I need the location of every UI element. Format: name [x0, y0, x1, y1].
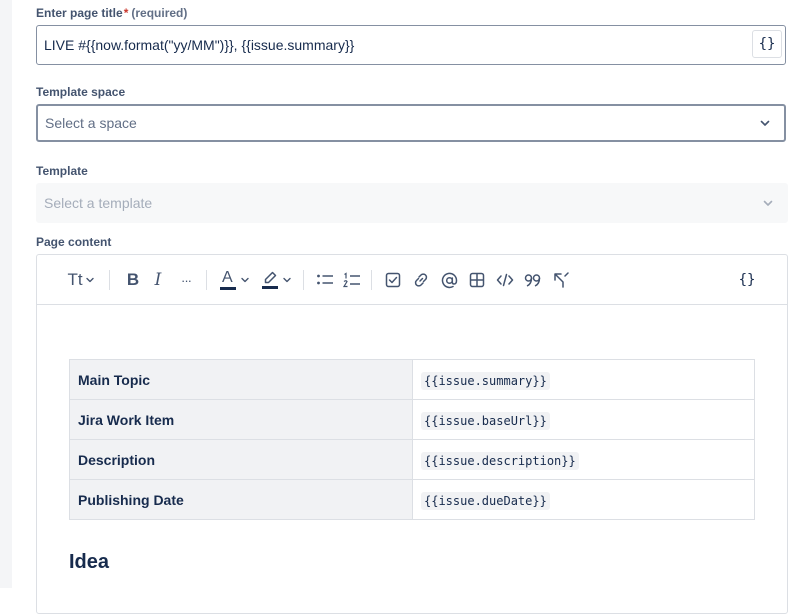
table-row: Main Topic {{issue.summary}} — [69, 359, 755, 400]
checkbox-icon — [385, 272, 401, 288]
smart-value-code: {{issue.baseUrl}} — [421, 411, 550, 430]
table-key-cell: Jira Work Item — [69, 399, 413, 440]
highlight-button[interactable] — [259, 268, 295, 292]
highlighter-icon — [262, 271, 278, 289]
template-space-placeholder: Select a space — [45, 115, 137, 131]
table-key-cell: Description — [69, 439, 413, 480]
table-value-cell: {{issue.summary}} — [412, 359, 755, 400]
braces-icon: {} — [758, 36, 776, 52]
content-heading: Idea — [69, 551, 110, 573]
template-select: Select a template — [36, 183, 788, 223]
page-title-label-text: Enter page title — [36, 6, 123, 20]
more-formatting-button[interactable]: ··· — [174, 268, 198, 292]
template-placeholder: Select a template — [44, 195, 153, 211]
more-icon: ··· — [181, 272, 192, 288]
chevron-down-icon — [763, 200, 773, 206]
page-content-editor[interactable]: Tt B I ··· A {} Main Topic {{issue.summa… — [36, 254, 788, 614]
bold-button[interactable]: B — [121, 268, 145, 292]
text-color-icon: A — [220, 269, 236, 291]
mention-button[interactable] — [437, 268, 461, 292]
link-icon — [414, 273, 428, 287]
bullet-list-button[interactable] — [313, 268, 337, 292]
braces-icon: {} — [738, 272, 756, 288]
numbered-list-button[interactable] — [340, 268, 364, 292]
quote-icon — [524, 274, 541, 287]
table-row: Publishing Date {{issue.dueDate}} — [69, 479, 755, 520]
table-button[interactable] — [465, 268, 489, 292]
link-button[interactable] — [409, 268, 433, 292]
page-content-label: Page content — [36, 235, 112, 249]
chevron-down-icon — [241, 277, 249, 283]
bullet-list-icon — [317, 274, 333, 285]
text-style-icon: Tt — [67, 270, 83, 289]
chevron-down-icon — [760, 120, 770, 126]
code-icon — [496, 273, 514, 287]
table-key-cell: Main Topic — [69, 359, 413, 400]
chevron-down-icon — [85, 277, 94, 283]
italic-icon: I — [154, 270, 162, 290]
text-color-swatch — [220, 287, 236, 290]
insert-elements-button[interactable] — [549, 268, 573, 292]
smart-value-code: {{issue.description}} — [421, 451, 579, 470]
required-hint: (required) — [131, 6, 188, 20]
page-title-input[interactable]: LIVE #{{now.format("yy/MM")}}, {{issue.s… — [36, 25, 786, 65]
table-row: Jira Work Item {{issue.baseUrl}} — [69, 399, 755, 440]
smart-value-code: {{issue.summary}} — [421, 371, 550, 390]
content-table: Main Topic {{issue.summary}} Jira Work I… — [69, 359, 755, 520]
page-title-label: Enter page title* (required) — [36, 6, 187, 20]
page-title-value: LIVE #{{now.format("yy/MM")}}, {{issue.s… — [44, 37, 355, 53]
text-color-letter: A — [222, 269, 233, 286]
chevron-down-icon — [283, 277, 291, 283]
table-value-cell: {{issue.description}} — [412, 439, 755, 480]
code-block-button[interactable] — [493, 268, 517, 292]
template-space-label: Template space — [36, 85, 126, 99]
italic-button[interactable]: I — [146, 268, 170, 292]
bold-icon: B — [126, 270, 140, 289]
template-space-select[interactable]: Select a space — [36, 104, 786, 142]
left-rail — [0, 0, 12, 588]
toolbar-divider — [109, 270, 110, 290]
editor-toolbar: Tt B I ··· A {} — [37, 255, 787, 305]
toolbar-divider — [371, 270, 372, 290]
toolbar-divider — [206, 270, 207, 290]
insert-icon — [554, 272, 569, 288]
smart-value-code: {{issue.dueDate}} — [421, 491, 550, 510]
quote-button[interactable] — [521, 268, 545, 292]
table-key-cell: Publishing Date — [69, 479, 413, 520]
toolbar-divider — [303, 270, 304, 290]
required-asterisk: * — [123, 6, 129, 20]
mention-icon — [441, 272, 457, 288]
numbered-list-icon — [343, 272, 360, 288]
text-style-button[interactable]: Tt — [63, 268, 99, 292]
template-label: Template — [36, 164, 88, 178]
title-smart-value-button[interactable]: {} — [752, 30, 782, 58]
table-row: Description {{issue.description}} — [69, 439, 755, 480]
table-value-cell: {{issue.baseUrl}} — [412, 399, 755, 440]
table-icon — [469, 272, 485, 288]
text-color-button[interactable]: A — [217, 268, 253, 292]
editor-smart-value-button[interactable]: {} — [734, 268, 760, 292]
table-value-cell: {{issue.dueDate}} — [412, 479, 755, 520]
action-item-button[interactable] — [381, 268, 405, 292]
